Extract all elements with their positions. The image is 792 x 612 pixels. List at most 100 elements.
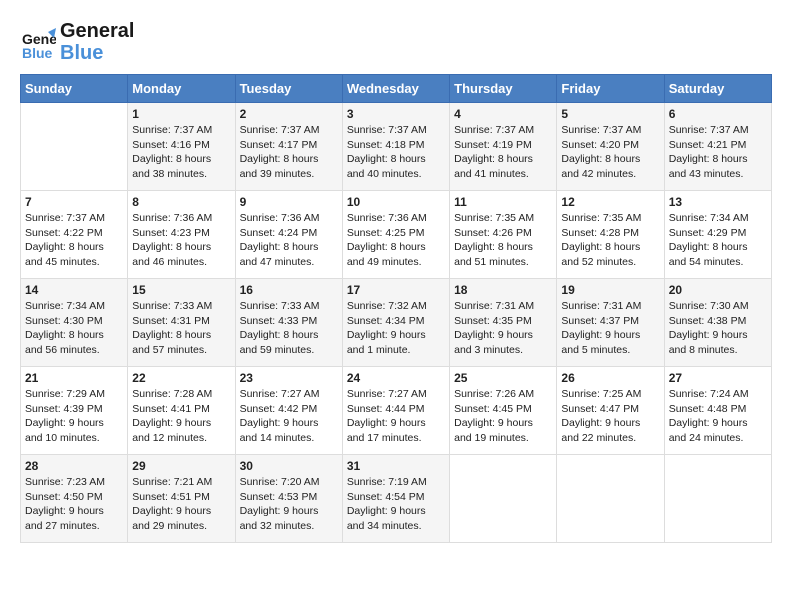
- sunrise: Sunrise: 7:37 AM: [561, 124, 641, 136]
- daylight: Daylight: 8 hours and 39 minutes.: [240, 153, 319, 180]
- sunrise: Sunrise: 7:27 AM: [240, 388, 320, 400]
- sunset: Sunset: 4:45 PM: [454, 403, 532, 415]
- weekday-header-wednesday: Wednesday: [342, 75, 449, 103]
- sunrise: Sunrise: 7:37 AM: [132, 124, 212, 136]
- weekday-header-row: SundayMondayTuesdayWednesdayThursdayFrid…: [21, 75, 772, 103]
- calendar-cell: 7Sunrise: 7:37 AMSunset: 4:22 PMDaylight…: [21, 191, 128, 279]
- sunset: Sunset: 4:24 PM: [240, 227, 318, 239]
- page-header: General Blue GeneralBlue: [20, 20, 772, 64]
- daylight: Daylight: 8 hours and 45 minutes.: [25, 241, 104, 268]
- sunrise: Sunrise: 7:33 AM: [240, 300, 320, 312]
- daylight: Daylight: 9 hours and 29 minutes.: [132, 505, 211, 532]
- sunrise: Sunrise: 7:21 AM: [132, 476, 212, 488]
- sunset: Sunset: 4:21 PM: [669, 139, 747, 151]
- sunset: Sunset: 4:48 PM: [669, 403, 747, 415]
- day-number: 29: [132, 459, 230, 473]
- daylight: Daylight: 9 hours and 34 minutes.: [347, 505, 426, 532]
- sunrise: Sunrise: 7:37 AM: [454, 124, 534, 136]
- calendar-cell: 4Sunrise: 7:37 AMSunset: 4:19 PMDaylight…: [450, 103, 557, 191]
- sunset: Sunset: 4:16 PM: [132, 139, 210, 151]
- sunrise: Sunrise: 7:34 AM: [25, 300, 105, 312]
- calendar-cell: 14Sunrise: 7:34 AMSunset: 4:30 PMDayligh…: [21, 279, 128, 367]
- calendar-cell: 6 Sunrise: 7:37 AMSunset: 4:21 PMDaylight…: [664, 103, 771, 191]
- sunset: Sunset: 4:37 PM: [561, 315, 639, 327]
- sunset: Sunset: 4:39 PM: [25, 403, 103, 415]
- calendar-cell: 31Sunrise: 7:19 AMSunset: 4:54 PMDayligh…: [342, 455, 449, 543]
- sunrise: Sunrise: 7:28 AM: [132, 388, 212, 400]
- calendar-cell: 28Sunrise: 7:23 AMSunset: 4:50 PMDayligh…: [21, 455, 128, 543]
- day-number: 22: [132, 371, 230, 385]
- daylight: Daylight: 9 hours and 1 minute.: [347, 329, 426, 356]
- daylight: Daylight: 8 hours and 47 minutes.: [240, 241, 319, 268]
- sunset: Sunset: 4:35 PM: [454, 315, 532, 327]
- day-number: 2: [240, 107, 338, 121]
- sunset: Sunset: 4:33 PM: [240, 315, 318, 327]
- logo: General Blue GeneralBlue: [20, 20, 134, 64]
- daylight: Daylight: 9 hours and 14 minutes.: [240, 417, 319, 444]
- day-info: Sunrise: 7:34 AMSunset: 4:30 PMDaylight:…: [25, 299, 123, 358]
- day-number: 6: [669, 107, 767, 121]
- sunset: Sunset: 4:50 PM: [25, 491, 103, 503]
- sunrise: Sunrise: 7:35 AM: [454, 212, 534, 224]
- daylight: Daylight: 9 hours and 24 minutes.: [669, 417, 748, 444]
- day-info: Sunrise: 7:33 AMSunset: 4:31 PMDaylight:…: [132, 299, 230, 358]
- day-number: 11: [454, 195, 552, 209]
- weekday-header-monday: Monday: [128, 75, 235, 103]
- sunset: Sunset: 4:47 PM: [561, 403, 639, 415]
- day-info: Sunrise: 7:35 AMSunset: 4:28 PMDaylight:…: [561, 211, 659, 270]
- day-info: Sunrise: 7:36 AMSunset: 4:24 PMDaylight:…: [240, 211, 338, 270]
- sunrise: Sunrise: 7:36 AM: [347, 212, 427, 224]
- daylight: Daylight: 9 hours and 3 minutes.: [454, 329, 533, 356]
- day-number: 19: [561, 283, 659, 297]
- day-number: 4: [454, 107, 552, 121]
- sunset: Sunset: 4:34 PM: [347, 315, 425, 327]
- day-number: 17: [347, 283, 445, 297]
- calendar-table: SundayMondayTuesdayWednesdayThursdayFrid…: [20, 74, 772, 543]
- sunrise: Sunrise: 7:33 AM: [132, 300, 212, 312]
- sunset: Sunset: 4:54 PM: [347, 491, 425, 503]
- sunset: Sunset: 4:19 PM: [454, 139, 532, 151]
- sunrise: Sunrise: 7:32 AM: [347, 300, 427, 312]
- daylight: Daylight: 9 hours and 8 minutes.: [669, 329, 748, 356]
- day-info: Sunrise: 7:37 AMSunset: 4:21 PMDaylight:…: [669, 123, 767, 182]
- calendar-cell: 9Sunrise: 7:36 AMSunset: 4:24 PMDaylight…: [235, 191, 342, 279]
- week-row-5: 28Sunrise: 7:23 AMSunset: 4:50 PMDayligh…: [21, 455, 772, 543]
- day-info: Sunrise: 7:30 AMSunset: 4:38 PMDaylight:…: [669, 299, 767, 358]
- logo-icon: General Blue: [20, 24, 56, 60]
- weekday-header-sunday: Sunday: [21, 75, 128, 103]
- day-info: Sunrise: 7:37 AMSunset: 4:16 PMDaylight:…: [132, 123, 230, 182]
- day-number: 23: [240, 371, 338, 385]
- calendar-cell: [450, 455, 557, 543]
- day-info: Sunrise: 7:36 AMSunset: 4:23 PMDaylight:…: [132, 211, 230, 270]
- day-number: 21: [25, 371, 123, 385]
- day-info: Sunrise: 7:28 AMSunset: 4:41 PMDaylight:…: [132, 387, 230, 446]
- day-number: 1: [132, 107, 230, 121]
- sunrise: Sunrise: 7:19 AM: [347, 476, 427, 488]
- weekday-header-thursday: Thursday: [450, 75, 557, 103]
- day-number: 5: [561, 107, 659, 121]
- day-info: Sunrise: 7:37 AMSunset: 4:19 PMDaylight:…: [454, 123, 552, 182]
- weekday-header-friday: Friday: [557, 75, 664, 103]
- day-info: Sunrise: 7:27 AMSunset: 4:44 PMDaylight:…: [347, 387, 445, 446]
- calendar-cell: 11Sunrise: 7:35 AMSunset: 4:26 PMDayligh…: [450, 191, 557, 279]
- sunset: Sunset: 4:31 PM: [132, 315, 210, 327]
- calendar-cell: 20Sunrise: 7:30 AMSunset: 4:38 PMDayligh…: [664, 279, 771, 367]
- calendar-cell: [557, 455, 664, 543]
- daylight: Daylight: 9 hours and 12 minutes.: [132, 417, 211, 444]
- calendar-cell: 25Sunrise: 7:26 AMSunset: 4:45 PMDayligh…: [450, 367, 557, 455]
- calendar-cell: 22 Sunrise: 7:28 AMSunset: 4:41 PMDayligh…: [128, 367, 235, 455]
- day-number: 3: [347, 107, 445, 121]
- day-info: Sunrise: 7:20 AMSunset: 4:53 PMDaylight:…: [240, 475, 338, 534]
- calendar-cell: 17 Sunrise: 7:32 AM Sunset: 4:34 PM Dayligh…: [342, 279, 449, 367]
- sunrise: Sunrise: 7:31 AM: [454, 300, 534, 312]
- day-info: Sunrise: 7:37 AMSunset: 4:18 PMDaylight:…: [347, 123, 445, 182]
- calendar-cell: 10Sunrise: 7:36 AMSunset: 4:25 PMDayligh…: [342, 191, 449, 279]
- calendar-cell: 15Sunrise: 7:33 AMSunset: 4:31 PMDayligh…: [128, 279, 235, 367]
- daylight: Daylight: 9 hours and 32 minutes.: [240, 505, 319, 532]
- day-info: Sunrise: 7:29 AMSunset: 4:39 PMDaylight:…: [25, 387, 123, 446]
- day-info: Sunrise: 7:33 AMSunset: 4:33 PMDaylight:…: [240, 299, 338, 358]
- sunrise: Sunrise: 7:20 AM: [240, 476, 320, 488]
- daylight: Daylight: 8 hours and 49 minutes.: [347, 241, 426, 268]
- calendar-cell: 18Sunrise: 7:31 AMSunset: 4:35 PMDayligh…: [450, 279, 557, 367]
- week-row-4: 21 Sunrise: 7:29 AMSunset: 4:39 PMDayligh…: [21, 367, 772, 455]
